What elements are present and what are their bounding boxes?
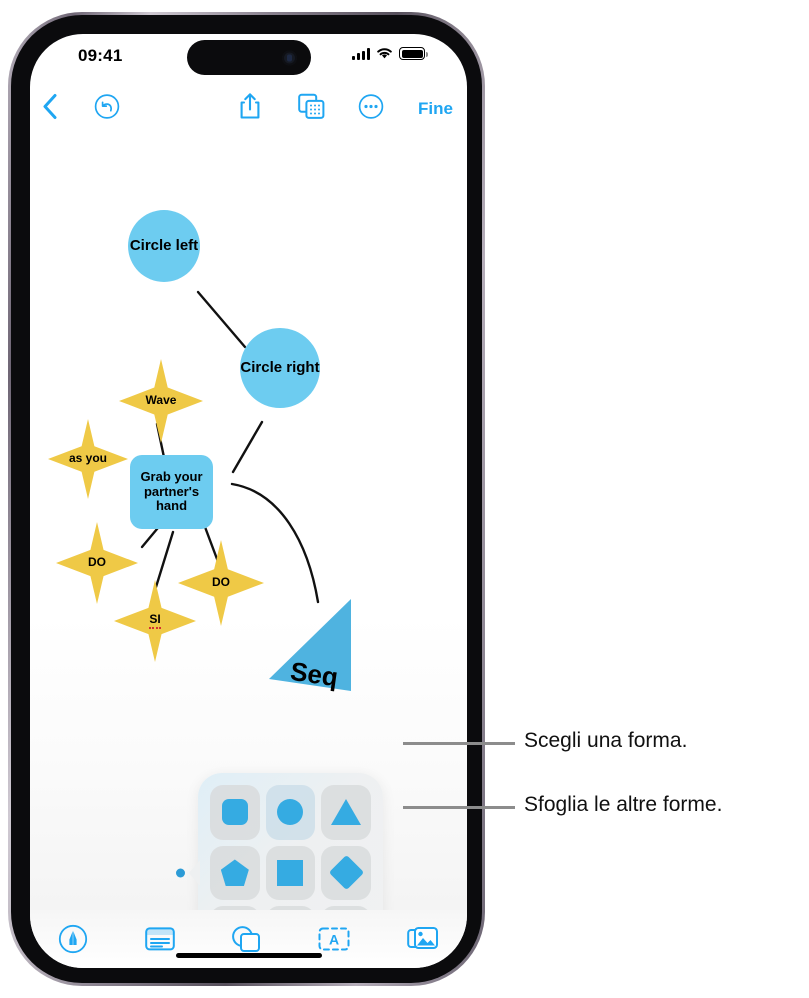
node-circle-left[interactable]: Circle left [128, 210, 200, 282]
screenshot-root: 09:41 Fine Seq Circle left Circle right … [0, 0, 809, 998]
ellipsis-circle-icon[interactable] [358, 94, 384, 125]
chevron-left-icon[interactable] [42, 94, 58, 125]
popover-anchor-dot[interactable] [176, 868, 185, 878]
phone-frame: 09:41 Fine Seq Circle left Circle right … [8, 12, 485, 986]
front-camera-icon [281, 50, 297, 65]
boards-icon[interactable] [298, 93, 325, 125]
node-seq-label: Seq [289, 656, 340, 692]
cellular-bars-icon [352, 47, 370, 60]
triangle-shape[interactable] [321, 785, 371, 840]
shape-tool[interactable] [231, 925, 261, 953]
wifi-icon [377, 48, 392, 59]
node-wave-label: Wave [145, 393, 177, 408]
media-tool[interactable] [406, 926, 439, 952]
node-seq[interactable]: Seq [255, 587, 375, 707]
text-tool[interactable]: A [318, 926, 350, 952]
note-tool[interactable] [145, 926, 175, 952]
bottom-toolbar: A [30, 910, 467, 968]
popover-arrow [189, 860, 200, 886]
node-as-you-label: as you [68, 451, 107, 466]
diamond-shape[interactable] [321, 845, 371, 901]
status-indicators [352, 47, 428, 60]
rounded-square-shape[interactable] [210, 785, 260, 840]
status-bar: 09:41 [30, 34, 467, 86]
rounded-square-icon [221, 799, 248, 826]
pentagon-shape[interactable] [210, 845, 260, 901]
nav-bar: Fine [30, 86, 467, 132]
square-icon [277, 859, 304, 886]
diamond-icon [328, 855, 364, 891]
pentagon-icon [220, 859, 249, 887]
node-do-right-label: DO [212, 575, 230, 590]
node-circle-right[interactable]: Circle right [240, 328, 320, 408]
circle-shape[interactable] [265, 785, 316, 840]
square-shape[interactable] [265, 845, 316, 901]
triangle-icon [331, 799, 362, 826]
node-grab-hand[interactable]: Grab your partner's hand [130, 455, 213, 529]
node-si-label: SI [149, 612, 161, 629]
home-indicator [175, 953, 322, 958]
callout-text-1: Scegli una forma. [524, 729, 688, 752]
draw-tool[interactable] [58, 924, 88, 954]
node-circle-left-label: Circle left [129, 236, 199, 254]
shape-picker-popover[interactable] [176, 773, 383, 910]
phone-screen: 09:41 Fine Seq Circle left Circle right … [30, 34, 467, 968]
circle-icon [277, 799, 304, 826]
dynamic-island [186, 40, 311, 75]
undo-circle-icon[interactable] [94, 94, 120, 125]
svg-text:A: A [329, 932, 339, 948]
node-circle-right-label: Circle right [240, 358, 320, 376]
callout-text-2: Sfoglia le altre forme. [524, 793, 723, 816]
callout-line-2 [403, 806, 515, 809]
callout-line-1 [403, 742, 515, 745]
status-time: 09:41 [78, 46, 123, 65]
node-do-left-label: DO [88, 555, 106, 570]
mindmap-canvas[interactable]: Seq Circle left Circle right Wave as you… [30, 132, 467, 910]
share-up-icon[interactable] [238, 93, 262, 126]
battery-full-icon [399, 47, 428, 60]
node-grab-hand-label: Grab your partner's hand [140, 469, 203, 514]
done-button[interactable]: Fine [418, 99, 453, 119]
